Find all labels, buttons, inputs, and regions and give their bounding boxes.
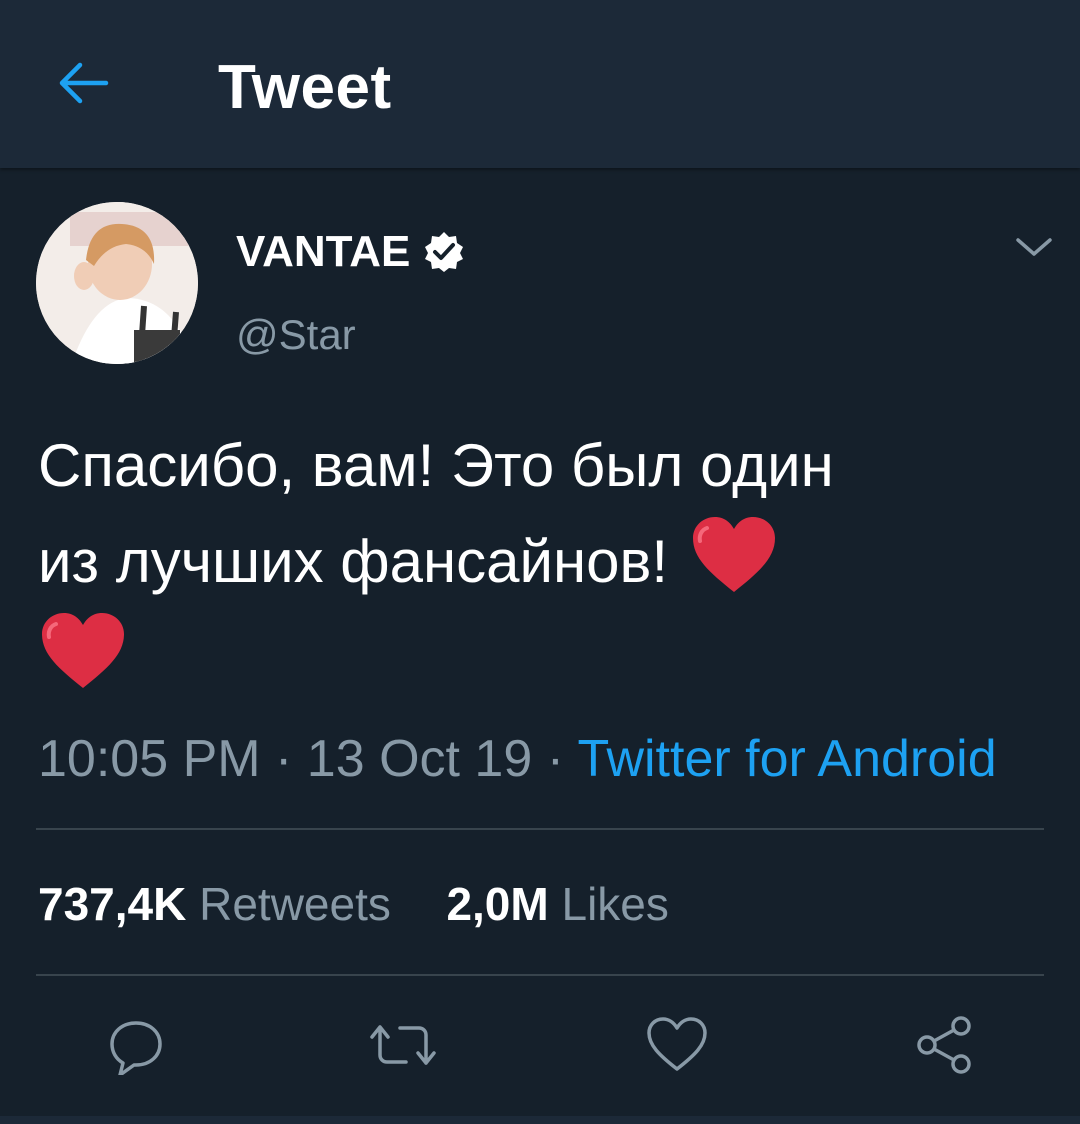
share-icon: [917, 1016, 971, 1074]
likes-stat[interactable]: 2,0M Likes: [446, 876, 668, 932]
retweets-count: 737,4K: [38, 878, 187, 930]
red-heart-emoji-icon: [42, 613, 124, 688]
author-handle[interactable]: @Star: [236, 310, 356, 360]
reply-icon: [110, 1021, 162, 1075]
avatar-image: [36, 202, 198, 364]
retweets-label: Retweets: [199, 878, 391, 930]
tweet-text-line-with-emoji: из лучших фансайнов!: [38, 514, 1048, 610]
tweet-text: Спасибо, вам! Это был один из лучших фан…: [38, 418, 1048, 706]
tweet-date: 13 Oct 19: [306, 730, 533, 788]
share-button[interactable]: [909, 1010, 979, 1080]
like-button[interactable]: [642, 1010, 712, 1080]
retweets-stat[interactable]: 737,4K Retweets: [38, 876, 391, 932]
author-display-name: VANTAE: [236, 227, 411, 276]
retweet-button[interactable]: [368, 1010, 438, 1080]
back-button[interactable]: [52, 56, 114, 110]
more-options-button[interactable]: [1010, 232, 1058, 264]
retweet-icon: [370, 1025, 436, 1065]
heart-outline-icon: [647, 1017, 707, 1071]
divider: [36, 974, 1044, 976]
tweet-time: 10:05 PM: [38, 730, 261, 788]
author-name[interactable]: VANTAE: [236, 226, 466, 278]
arrow-left-icon: [59, 62, 109, 104]
bottom-divider: [0, 1116, 1080, 1124]
tweet-source-link[interactable]: Twitter for Android: [578, 730, 997, 788]
tweet-text-line-emoji: [38, 610, 1048, 706]
tweet-text-line: из лучших фансайнов!: [38, 528, 685, 595]
tweet-stats: 737,4K Retweets 2,0M Likes: [38, 876, 669, 932]
likes-count: 2,0M: [446, 878, 549, 930]
tweet-meta: 10:05 PM · 13 Oct 19 · Twitter for Andro…: [38, 728, 997, 790]
action-bar: [0, 1010, 1080, 1080]
top-app-bar: Tweet: [0, 0, 1080, 168]
red-heart-emoji-icon: [692, 517, 775, 592]
likes-label: Likes: [561, 878, 669, 930]
verified-badge-icon: [425, 232, 464, 272]
page-title: Tweet: [218, 53, 392, 122]
divider: [36, 828, 1044, 830]
chevron-down-icon: [1016, 238, 1052, 256]
reply-button[interactable]: [101, 1010, 171, 1080]
meta-separator: ·: [260, 730, 307, 788]
tweet-text-line: Спасибо, вам! Это был один: [38, 432, 834, 499]
avatar[interactable]: [36, 202, 198, 364]
meta-separator: ·: [532, 730, 578, 788]
